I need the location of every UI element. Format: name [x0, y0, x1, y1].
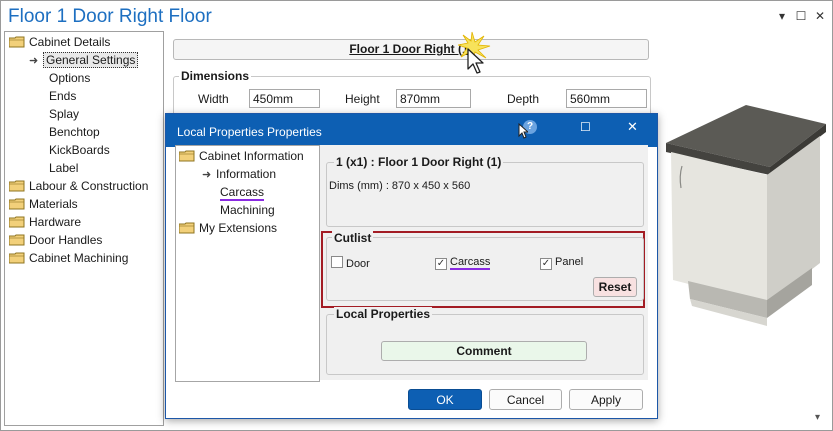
tree-item-label: Cabinet Details — [29, 35, 111, 49]
comment-button[interactable]: Comment — [381, 341, 587, 361]
dialog-close-icon[interactable]: ✕ — [627, 119, 638, 135]
pointer-cursor-icon — [518, 123, 528, 139]
tree-item-label: Labour & Construction — [29, 179, 149, 193]
maximize-icon[interactable]: ☐ — [794, 9, 808, 23]
height-field[interactable]: 870mm — [396, 89, 471, 108]
cabinet-preview: ▾ — [660, 31, 828, 424]
tree-item-options[interactable]: Options — [49, 69, 90, 87]
carcass-label: Carcass — [450, 256, 491, 270]
dims-text: Dims (mm) : 870 x 450 x 560 — [329, 180, 471, 192]
close-icon[interactable]: ✕ — [813, 9, 827, 23]
dialog-tree: Cabinet Information ➜ Information Carcass… — [175, 145, 320, 382]
checkbox-icon — [331, 256, 343, 268]
cutlist-title: Cutlist — [332, 231, 374, 245]
tree-item-label: Hardware — [29, 215, 82, 229]
checkbox-checked-icon: ✓ — [540, 258, 552, 270]
local-properties-dialog: Local Properties Properties ? ☐ ✕ Cabine… — [165, 113, 658, 419]
apply-button[interactable]: Apply — [569, 389, 643, 410]
tree-item-label: Materials — [29, 197, 78, 211]
chevron-down-icon[interactable]: ▾ — [775, 9, 789, 23]
reset-button[interactable]: Reset — [593, 277, 637, 297]
mouse-cursor-icon — [467, 48, 484, 74]
tree-item-cabinet-details[interactable]: Cabinet Details — [9, 33, 110, 51]
panel-label: Panel — [555, 256, 584, 268]
scroll-down-icon[interactable]: ▾ — [815, 412, 820, 423]
carcass-checkbox[interactable]: ✓ Carcass — [435, 256, 491, 270]
dialog-title: Local Properties Properties — [177, 125, 322, 139]
settings-tree: Cabinet Details ➜ General Settings Option… — [4, 31, 164, 426]
depth-field[interactable]: 560mm — [566, 89, 647, 108]
tree-item-kickboards[interactable]: KickBoards — [49, 141, 110, 159]
folder-icon — [179, 222, 195, 234]
tree-item-cabinet-machining[interactable]: Cabinet Machining — [9, 249, 128, 267]
folder-icon — [9, 36, 25, 48]
depth-label: Depth — [507, 92, 540, 106]
tree-item-label: Cabinet Machining — [29, 251, 129, 265]
panel-checkbox[interactable]: ✓ Panel — [540, 256, 583, 270]
dialog-tree-item-carcass[interactable]: Carcass — [220, 183, 265, 201]
width-field[interactable]: 450mm — [249, 89, 320, 108]
dialog-tree-item-cabinet-information[interactable]: Cabinet Information — [179, 147, 304, 165]
folder-icon — [9, 252, 25, 264]
tree-item-label: Door Handles — [29, 233, 103, 247]
tree-item-door-handles[interactable]: Door Handles — [9, 231, 102, 249]
tree-item-hardware[interactable]: Hardware — [9, 213, 81, 231]
arrow-right-icon: ➜ — [29, 55, 39, 67]
arrow-right-icon: ➜ — [202, 169, 212, 181]
folder-icon — [9, 180, 25, 192]
cabinet-info-group-title: 1 (x1) : Floor 1 Door Right (1) — [334, 155, 504, 169]
tree-item-labour-construction[interactable]: Labour & Construction — [9, 177, 148, 195]
window-title: Floor 1 Door Right Floor — [8, 6, 212, 27]
folder-icon — [9, 234, 25, 246]
height-label: Height — [345, 92, 380, 106]
cabinet-3d-preview-image — [666, 105, 826, 326]
folder-icon — [9, 216, 25, 228]
dialog-tree-item-information[interactable]: ➜ Information — [202, 165, 276, 183]
tree-item-label: Cabinet Information — [199, 149, 304, 163]
folder-icon — [179, 150, 195, 162]
dialog-content-panel: 1 (x1) : Floor 1 Door Right (1) Dims (mm… — [320, 145, 648, 380]
tree-item-general-settings[interactable]: ➜ General Settings — [29, 51, 139, 69]
ok-button[interactable]: OK — [408, 389, 482, 410]
dialog-maximize-icon[interactable]: ☐ — [580, 120, 591, 134]
tree-item-benchtop[interactable]: Benchtop — [49, 123, 100, 141]
cabinet-info-group — [326, 162, 644, 227]
folder-icon — [9, 198, 25, 210]
tree-item-label: My Extensions — [199, 221, 278, 235]
local-properties-title: Local Properties — [334, 307, 433, 321]
tree-item-label-node[interactable]: Label — [49, 159, 78, 177]
dimensions-title: Dimensions — [179, 69, 252, 83]
tree-item-label: General Settings — [43, 52, 139, 68]
door-checkbox[interactable]: Door — [331, 256, 370, 270]
width-label: Width — [198, 92, 229, 106]
door-label: Door — [346, 258, 370, 270]
tree-item-materials[interactable]: Materials — [9, 195, 78, 213]
tree-item-label: Carcass — [220, 185, 265, 201]
dialog-title-bar: Local Properties Properties ? ☐ ✕ — [166, 114, 657, 147]
checkbox-checked-icon: ✓ — [435, 258, 447, 270]
cancel-button[interactable]: Cancel — [489, 389, 562, 410]
cabinet-name-button[interactable]: Floor 1 Door Right (1) — [173, 39, 649, 60]
tree-item-label: Information — [216, 167, 277, 181]
dialog-tree-item-machining[interactable]: Machining — [220, 201, 275, 219]
tree-item-splay[interactable]: Splay — [49, 105, 79, 123]
tree-item-ends[interactable]: Ends — [49, 87, 76, 105]
dialog-tree-item-my-extensions[interactable]: My Extensions — [179, 219, 277, 237]
